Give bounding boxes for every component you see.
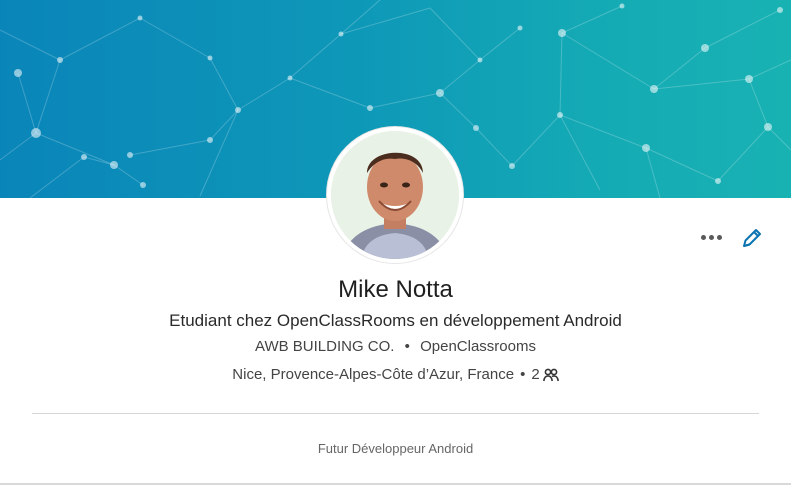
connections-count: 2 (531, 366, 540, 383)
more-horizontal-icon (700, 234, 706, 240)
more-actions-button[interactable] (698, 226, 724, 248)
avatar[interactable] (327, 127, 463, 263)
connections-link[interactable]: 2 (531, 366, 559, 383)
separator: • (404, 338, 410, 355)
divider (32, 413, 759, 414)
profile-summary: Futur Développeur Android (317, 441, 474, 456)
edit-profile-button[interactable] (738, 226, 764, 250)
profile-location-row: Nice, Provence-Alpes-Côte d’Azur, France… (0, 366, 791, 383)
profile-name: Mike Notta (338, 276, 453, 303)
separator: • (520, 366, 526, 383)
company-link[interactable]: AWB BUILDING CO. (255, 338, 394, 355)
profile-headline: Etudiant chez OpenClassRooms en développ… (169, 311, 622, 330)
people-icon (542, 368, 559, 381)
profile-photo (331, 131, 459, 259)
school-link[interactable]: OpenClassrooms (420, 338, 536, 355)
profile-location: Nice, Provence-Alpes-Côte d’Azur, France (232, 366, 515, 383)
pencil-icon (743, 229, 761, 247)
profile-card: Mike Notta Etudiant chez OpenClassRooms … (0, 0, 791, 485)
profile-affiliations: AWB BUILDING CO. • OpenClassrooms (0, 338, 791, 355)
